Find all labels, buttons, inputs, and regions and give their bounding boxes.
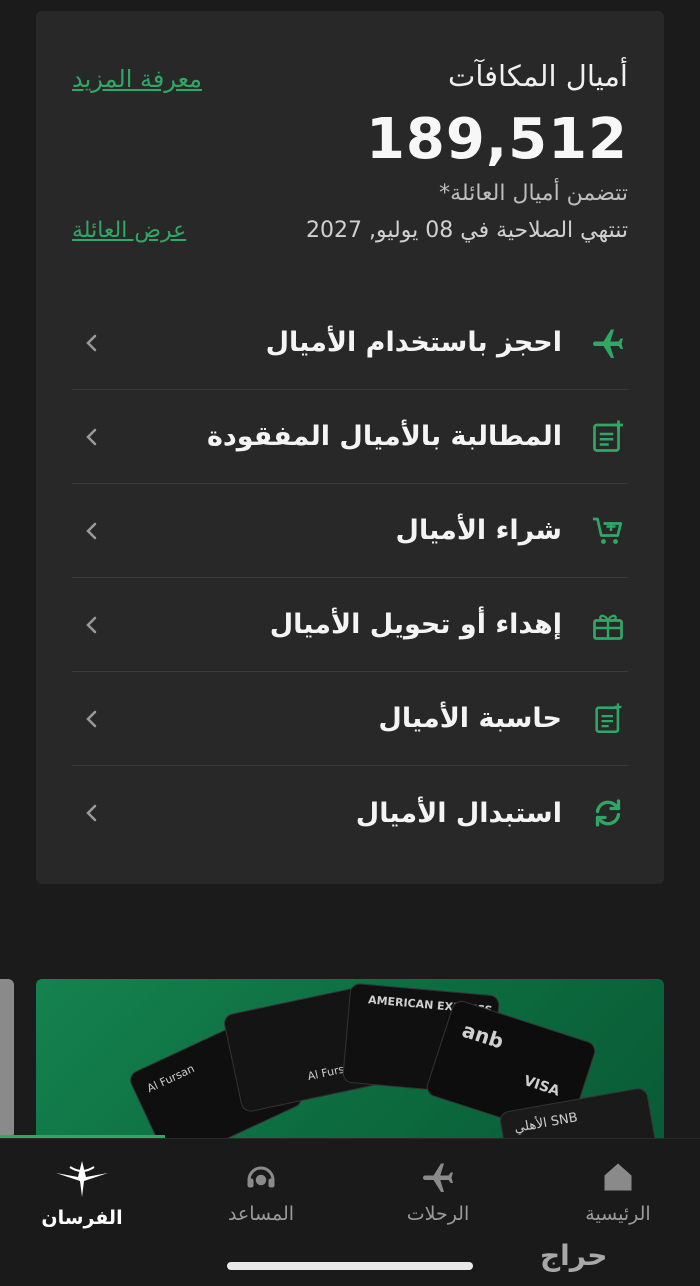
chevron-left-icon [86, 710, 97, 727]
gift-icon [588, 605, 628, 645]
tab-label: المساعد [227, 1203, 295, 1225]
rewards-card: أميال المكافآت معرفة المزيد 189,512 تتضم… [36, 11, 664, 884]
document-add-icon [588, 417, 628, 457]
tab-label: الفرسان [41, 1207, 123, 1229]
tab-label: الرئيسية [585, 1203, 651, 1225]
menu-item-label: حاسبة الأميال [378, 703, 562, 734]
miles-menu: احجز باستخدام الأميال المطالبة بالأميال … [72, 296, 628, 860]
tab-trips[interactable]: الرحلات [378, 1159, 498, 1225]
exchange-icon [588, 793, 628, 833]
watermark: حراج [540, 1239, 608, 1272]
menu-item-exchange-miles[interactable]: استبدال الأميال [72, 766, 628, 860]
previous-banner-edge[interactable] [0, 979, 14, 1139]
card-brand-text: SNB الأهلي [513, 1110, 579, 1137]
expiry-date: تنتهي الصلاحية في 08 يوليو, 2027 [306, 218, 628, 243]
menu-item-label: المطالبة بالأميال المفقودة [206, 421, 562, 452]
family-miles-note: تتضمن أميال العائلة* [439, 181, 628, 206]
credit-cards-banner[interactable]: Al Fursan Al Fursan AMERICAN EXPRESS anb… [36, 979, 664, 1159]
chevron-left-icon [86, 522, 97, 539]
menu-item-label: احجز باستخدام الأميال [265, 327, 562, 358]
card-brand-text: Al Fursan [145, 1062, 197, 1096]
chevron-left-icon [86, 428, 97, 445]
miles-balance: 189,512 [365, 107, 628, 172]
tab-home[interactable]: الرئيسية [558, 1159, 678, 1225]
airplane-icon [423, 1163, 453, 1192]
alfursan-logo-icon [56, 1161, 108, 1197]
calculator-doc-icon [588, 699, 628, 739]
learn-more-link[interactable]: معرفة المزيد [72, 65, 202, 93]
airplane-icon [588, 323, 628, 363]
view-family-link[interactable]: عرض العائلة [72, 218, 186, 243]
menu-item-book-with-miles[interactable]: احجز باستخدام الأميال [72, 296, 628, 390]
menu-item-gift-transfer-miles[interactable]: إهداء أو تحويل الأميال [72, 578, 628, 672]
cart-add-icon [588, 511, 628, 551]
menu-item-buy-miles[interactable]: شراء الأميال [72, 484, 628, 578]
rewards-title: أميال المكافآت [448, 59, 628, 93]
menu-item-label: إهداء أو تحويل الأميال [269, 609, 562, 640]
menu-item-claim-missing-miles[interactable]: المطالبة بالأميال المفقودة [72, 390, 628, 484]
chevron-left-icon [86, 804, 97, 822]
tab-alfursan[interactable]: الفرسان [22, 1159, 142, 1229]
menu-item-label: استبدال الأميال [355, 797, 562, 829]
home-indicator[interactable] [227, 1262, 473, 1270]
tab-assistant[interactable]: المساعد [201, 1159, 321, 1225]
card-brand-text: anb [459, 1017, 507, 1054]
menu-item-miles-calculator[interactable]: حاسبة الأميال [72, 672, 628, 766]
home-icon [604, 1163, 632, 1191]
headset-icon [247, 1166, 275, 1188]
chevron-left-icon [86, 616, 97, 633]
tab-label: الرحلات [406, 1203, 470, 1225]
chevron-left-icon [86, 334, 97, 351]
card-brand-text: VISA [521, 1072, 562, 1100]
menu-item-label: شراء الأميال [395, 515, 562, 546]
